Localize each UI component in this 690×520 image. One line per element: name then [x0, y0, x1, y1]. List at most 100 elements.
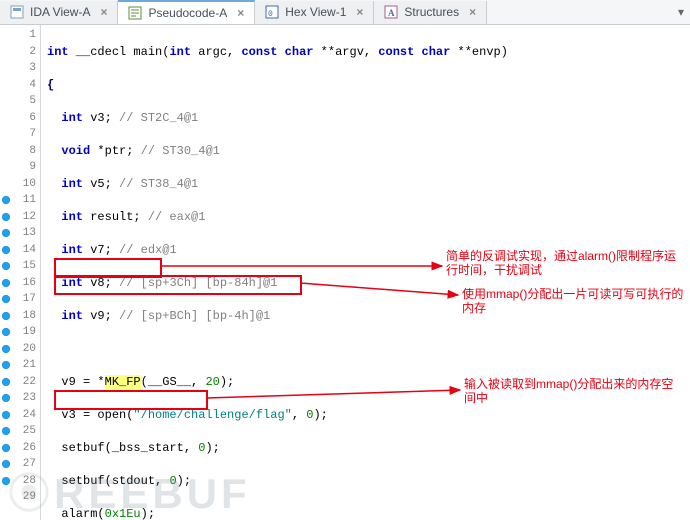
line-number: 18 [23, 310, 36, 322]
gutter-line[interactable]: 12 [0, 209, 36, 226]
close-icon[interactable]: × [356, 5, 363, 19]
gutter-line[interactable]: 19 [0, 324, 36, 341]
tab-bar: IDA View-A × Pseudocode-A × 0 Hex View-1… [0, 0, 690, 25]
breakpoint-dot-icon[interactable] [2, 345, 10, 353]
breakpoint-dot-icon[interactable] [2, 378, 10, 386]
line-number: 23 [23, 392, 36, 404]
structures-icon: A [384, 5, 398, 19]
tab-label: Hex View-1 [285, 5, 346, 19]
code-line[interactable]: int __cdecl main(int argc, const char **… [47, 44, 690, 61]
watermark: ⦿REEBUF [8, 460, 251, 520]
gutter-line[interactable]: 21 [0, 357, 36, 374]
gutter-line[interactable]: 3 [0, 60, 36, 77]
gutter-line[interactable]: 9 [0, 159, 36, 176]
gutter-line[interactable]: 10 [0, 176, 36, 193]
svg-text:0: 0 [268, 10, 273, 19]
line-number: 12 [23, 211, 36, 223]
tab-label: Structures [404, 5, 459, 19]
code-line[interactable]: { [47, 77, 690, 94]
code-line[interactable]: v3 = open("/home/challenge/flag", 0); [47, 407, 690, 424]
tab-pseudocode[interactable]: Pseudocode-A × [118, 0, 255, 24]
breakpoint-dot-icon[interactable] [2, 279, 10, 287]
line-number: 19 [23, 326, 36, 338]
code-line[interactable] [47, 341, 690, 358]
gutter-line[interactable]: 25 [0, 423, 36, 440]
tab-label: IDA View-A [30, 5, 90, 19]
ida-view-icon [10, 5, 24, 19]
breakpoint-dot-icon[interactable] [2, 444, 10, 452]
code-line[interactable]: setbuf(_bss_start, 0); [47, 440, 690, 457]
annotation-text-mmap: 使用mmap()分配出一片可读可写可执行的 内存 [462, 287, 683, 315]
line-number: 11 [23, 194, 36, 206]
line-number: 8 [29, 145, 36, 157]
gutter-line[interactable]: 2 [0, 44, 36, 61]
code-line[interactable]: void *ptr; // ST30_4@1 [47, 143, 690, 160]
line-number: 14 [23, 244, 36, 256]
gutter-line[interactable]: 22 [0, 374, 36, 391]
line-number: 25 [23, 425, 36, 437]
line-number: 16 [23, 277, 36, 289]
tab-ida-view[interactable]: IDA View-A × [0, 1, 118, 24]
breakpoint-dot-icon[interactable] [2, 328, 10, 336]
line-number: 3 [29, 62, 36, 74]
breakpoint-dot-icon[interactable] [2, 213, 10, 221]
line-number: 10 [23, 178, 36, 190]
tab-overflow-dropdown[interactable]: ▾ [672, 5, 690, 19]
gutter-line[interactable]: 18 [0, 308, 36, 325]
breakpoint-dot-icon[interactable] [2, 295, 10, 303]
gutter-line[interactable]: 6 [0, 110, 36, 127]
gutter-line[interactable]: 20 [0, 341, 36, 358]
line-number: 5 [29, 95, 36, 107]
hex-view-icon: 0 [265, 5, 279, 19]
pseudocode-icon [128, 6, 142, 20]
gutter-line[interactable]: 5 [0, 93, 36, 110]
line-number: 4 [29, 79, 36, 91]
breakpoint-dot-icon[interactable] [2, 411, 10, 419]
line-number: 13 [23, 227, 36, 239]
gutter-line[interactable]: 8 [0, 143, 36, 160]
gutter-line[interactable]: 13 [0, 225, 36, 242]
breakpoint-dot-icon[interactable] [2, 196, 10, 204]
breakpoint-dot-icon[interactable] [2, 229, 10, 237]
breakpoint-dot-icon[interactable] [2, 246, 10, 254]
gutter-line[interactable]: 26 [0, 440, 36, 457]
close-icon[interactable]: × [100, 5, 107, 19]
breakpoint-dot-icon[interactable] [2, 262, 10, 270]
code-line[interactable]: int v3; // ST2C_4@1 [47, 110, 690, 127]
code-line[interactable]: int result; // eax@1 [47, 209, 690, 226]
gutter-line[interactable]: 4 [0, 77, 36, 94]
gutter-line[interactable]: 17 [0, 291, 36, 308]
close-icon[interactable]: × [469, 5, 476, 19]
line-number: 1 [29, 29, 36, 41]
svg-text:A: A [388, 8, 395, 18]
gutter-line[interactable]: 15 [0, 258, 36, 275]
line-number: 21 [23, 359, 36, 371]
line-number: 9 [29, 161, 36, 173]
tab-label: Pseudocode-A [148, 6, 227, 20]
breakpoint-dot-icon[interactable] [2, 312, 10, 320]
line-number: 6 [29, 112, 36, 124]
breakpoint-dot-icon[interactable] [2, 427, 10, 435]
gutter-line[interactable]: 16 [0, 275, 36, 292]
line-gutter[interactable]: 1234567891011121314151617181920212223242… [0, 25, 41, 520]
annotation-text-alarm: 简单的反调试实现，通过alarm()限制程序运 行时间，干扰调试 [446, 249, 676, 277]
tab-hex-view[interactable]: 0 Hex View-1 × [255, 1, 374, 24]
tab-structures[interactable]: A Structures × [374, 1, 487, 24]
breakpoint-dot-icon[interactable] [2, 394, 10, 402]
close-icon[interactable]: × [237, 6, 244, 20]
gutter-line[interactable]: 14 [0, 242, 36, 259]
keyword: int [47, 45, 69, 59]
code-line[interactable]: int v5; // ST38_4@1 [47, 176, 690, 193]
gutter-line[interactable]: 24 [0, 407, 36, 424]
gutter-line[interactable]: 1 [0, 27, 36, 44]
gutter-line[interactable]: 11 [0, 192, 36, 209]
line-number: 7 [29, 128, 36, 140]
gutter-line[interactable]: 7 [0, 126, 36, 143]
breakpoint-dot-icon[interactable] [2, 361, 10, 369]
code-area: 1234567891011121314151617181920212223242… [0, 25, 690, 520]
line-number: 24 [23, 409, 36, 421]
line-number: 22 [23, 376, 36, 388]
gutter-line[interactable]: 23 [0, 390, 36, 407]
line-number: 20 [23, 343, 36, 355]
line-number: 17 [23, 293, 36, 305]
